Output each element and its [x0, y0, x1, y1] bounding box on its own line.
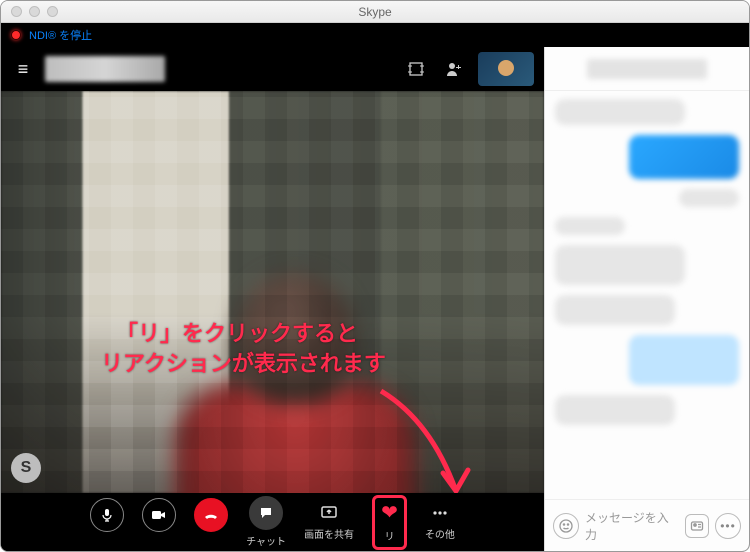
reaction-label: リ: [384, 528, 394, 543]
reaction-button[interactable]: ❤ リ: [372, 495, 407, 550]
open-chat-button[interactable]: チャット: [246, 496, 286, 548]
content-area: ≡ S 「リ」をクリックすると リ: [1, 47, 749, 551]
self-view-thumbnail[interactable]: [478, 52, 534, 86]
add-participant-icon[interactable]: [440, 55, 468, 83]
chat-message: [555, 245, 685, 285]
share-screen-button[interactable]: 画面を共有: [304, 503, 354, 541]
more-options-button[interactable]: その他: [425, 503, 455, 541]
main-video: S 「リ」をクリックすると リアクションが表示されます: [1, 91, 544, 493]
more-icon: [430, 503, 450, 523]
titlebar: Skype: [1, 1, 749, 23]
mosaic-overlay: [1, 91, 544, 493]
chat-contact-name-blurred: [587, 59, 707, 79]
chat-message: [629, 135, 739, 179]
chat-input-bar: メッセージを入力 •••: [545, 499, 749, 551]
smiley-icon: [559, 519, 573, 533]
chat-message: [555, 217, 625, 235]
grid-view-icon[interactable]: [402, 55, 430, 83]
chat-log[interactable]: [545, 91, 749, 499]
record-indicator-icon: [11, 30, 21, 40]
card-icon: [690, 519, 704, 533]
chat-message: [555, 395, 675, 425]
chat-label: チャット: [246, 533, 286, 548]
chat-message: [679, 189, 739, 207]
ndi-stop-button[interactable]: NDI® を停止: [29, 27, 92, 43]
avatar-badge: S: [11, 453, 41, 483]
share-label: 画面を共有: [304, 526, 354, 541]
participant-name-blurred: [45, 56, 165, 82]
mute-button[interactable]: .: [90, 498, 124, 547]
chat-icon: [259, 506, 273, 520]
menu-icon[interactable]: ≡: [11, 59, 35, 80]
more-input-button[interactable]: •••: [715, 513, 741, 539]
more-label: その他: [425, 526, 455, 541]
call-header: ≡: [1, 47, 544, 91]
annotation-text-1: 「リ」をクリックすると: [116, 316, 358, 348]
microphone-icon: [100, 508, 114, 522]
end-call-button[interactable]: .: [194, 498, 228, 547]
heart-icon: ❤: [381, 500, 398, 525]
chat-message: [555, 99, 685, 125]
ndi-toolbar: NDI® を停止: [1, 23, 749, 47]
message-input[interactable]: メッセージを入力: [585, 509, 679, 543]
annotation-text-2: リアクションが表示されます: [101, 346, 386, 378]
call-panel: ≡ S 「リ」をクリックすると リ: [1, 47, 544, 551]
hang-up-icon: [202, 506, 220, 524]
contact-card-button[interactable]: [685, 514, 709, 538]
app-window: Skype NDI® を停止 ≡: [0, 0, 750, 552]
chat-message: [629, 335, 739, 385]
ellipsis-icon: •••: [720, 519, 736, 533]
window-title: Skype: [1, 5, 749, 19]
share-screen-icon: [319, 503, 339, 523]
chat-panel: メッセージを入力 •••: [544, 47, 749, 551]
chat-message: [555, 295, 675, 325]
camera-button[interactable]: .: [142, 498, 176, 547]
call-control-bar: . . . チャット: [1, 493, 544, 551]
emoji-picker-button[interactable]: [553, 513, 579, 539]
camera-icon: [151, 509, 167, 521]
chat-header: [545, 47, 749, 91]
